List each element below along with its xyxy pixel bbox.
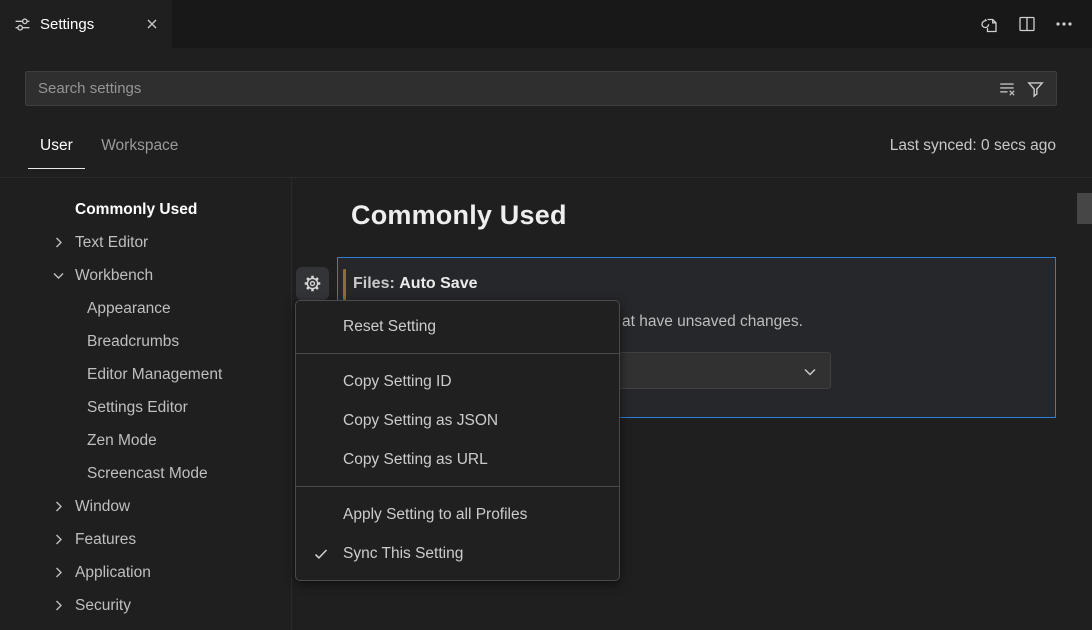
gear-icon — [302, 273, 323, 294]
toc-label: Features — [75, 531, 136, 549]
toc-item-window[interactable]: Window — [0, 490, 291, 523]
menu-item-label: Reset Setting — [343, 318, 436, 336]
menu-item-apply-setting-to-all-profiles[interactable]: Apply Setting to all Profiles — [296, 495, 619, 534]
modified-indicator — [343, 269, 346, 300]
menu-item-copy-setting-as-json[interactable]: Copy Setting as JSON — [296, 401, 619, 440]
toc-item-text-editor[interactable]: Text Editor — [0, 226, 291, 259]
filter-icon[interactable] — [1026, 79, 1045, 98]
menu-item-label: Copy Setting as JSON — [343, 412, 498, 430]
setting-name: Auto Save — [399, 275, 477, 292]
split-editor-icon[interactable] — [1017, 14, 1037, 34]
toc-item-settings-editor[interactable]: Settings Editor — [0, 391, 291, 424]
search-input[interactable] — [25, 71, 1057, 106]
toc-item-features[interactable]: Features — [0, 523, 291, 556]
menu-divider — [296, 353, 619, 354]
menu-divider — [296, 486, 619, 487]
toc-label: Application — [75, 564, 151, 582]
toc-label: Breadcrumbs — [87, 333, 179, 351]
toc-item-editor-management[interactable]: Editor Management — [0, 358, 291, 391]
setting-category: Files: — [353, 275, 395, 292]
chevron-right-icon — [50, 498, 67, 515]
toc-item-screencast-mode[interactable]: Screencast Mode — [0, 457, 291, 490]
toc-label: Commonly Used — [75, 201, 197, 219]
scrollbar-thumb[interactable] — [1077, 193, 1092, 224]
toc-label: Zen Mode — [87, 432, 157, 450]
tab-settings[interactable]: Settings — [0, 0, 172, 48]
menu-item-copy-setting-id[interactable]: Copy Setting ID — [296, 362, 619, 401]
toc-label: Appearance — [87, 300, 171, 318]
toc-label: Workbench — [75, 267, 153, 285]
toc-label: Text Editor — [75, 234, 148, 252]
tab-title: Settings — [40, 16, 94, 33]
more-actions-icon[interactable] — [1054, 14, 1074, 34]
chevron-right-icon — [50, 234, 67, 251]
toc-item-security[interactable]: Security — [0, 589, 291, 622]
toc-item-workbench[interactable]: Workbench — [0, 259, 291, 292]
setting-description: at have unsaved changes. — [622, 313, 803, 331]
toc-item-zen-mode[interactable]: Zen Mode — [0, 424, 291, 457]
toc-item-application[interactable]: Application — [0, 556, 291, 589]
toc-label: Security — [75, 597, 131, 615]
toc-item-commonly-used[interactable]: Commonly Used — [0, 193, 291, 226]
editor-tab-bar: Settings — [0, 0, 1092, 48]
menu-item-copy-setting-as-url[interactable]: Copy Setting as URL — [296, 440, 619, 479]
settings-toc: Commonly Used Text Editor Workbench Appe… — [0, 178, 291, 630]
vscode-settings-editor: Settings — [0, 0, 1092, 630]
toc-resize-sash[interactable] — [291, 178, 292, 630]
setting-title: Files: Auto Save — [353, 275, 478, 293]
chevron-right-icon — [50, 531, 67, 548]
settings-search — [25, 71, 1057, 106]
toc-item-breadcrumbs[interactable]: Breadcrumbs — [0, 325, 291, 358]
last-synced-status: Last synced: 0 secs ago — [890, 137, 1056, 155]
setting-context-menu: Reset Setting Copy Setting ID Copy Setti… — [295, 300, 620, 581]
open-settings-json-icon[interactable] — [979, 14, 1000, 35]
close-icon[interactable] — [144, 16, 160, 32]
menu-item-sync-this-setting[interactable]: Sync This Setting — [296, 534, 619, 573]
menu-item-label: Apply Setting to all Profiles — [343, 506, 527, 524]
menu-item-reset-setting[interactable]: Reset Setting — [296, 307, 619, 346]
page-title: Commonly Used — [351, 200, 567, 231]
menu-item-label: Copy Setting as URL — [343, 451, 488, 469]
tab-user[interactable]: User — [28, 128, 85, 169]
toc-item-appearance[interactable]: Appearance — [0, 292, 291, 325]
chevron-right-icon — [50, 564, 67, 581]
menu-item-label: Sync This Setting — [343, 545, 463, 563]
clear-search-icon[interactable] — [998, 79, 1017, 98]
chevron-right-icon — [50, 597, 67, 614]
menu-item-label: Copy Setting ID — [343, 373, 452, 391]
setting-gear-button[interactable] — [296, 267, 329, 300]
toc-label: Editor Management — [87, 366, 222, 384]
editor-actions — [979, 0, 1074, 48]
toc-label: Window — [75, 498, 130, 516]
checkmark-icon — [313, 546, 343, 562]
settings-sliders-icon — [14, 16, 31, 33]
toc-label: Screencast Mode — [87, 465, 208, 483]
toc-label: Settings Editor — [87, 399, 188, 417]
chevron-down-icon — [801, 363, 819, 381]
chevron-down-icon — [50, 267, 67, 284]
tab-workspace[interactable]: Workspace — [89, 128, 190, 169]
